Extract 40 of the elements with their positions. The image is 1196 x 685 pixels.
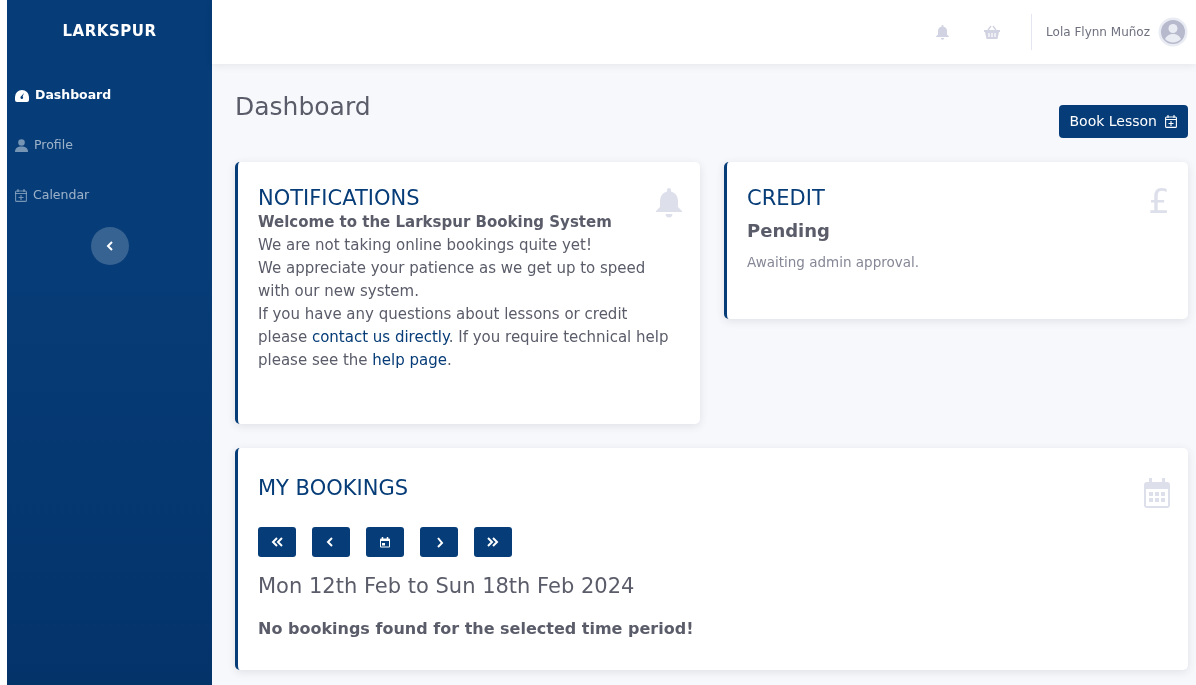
- sidebar-toggle-button[interactable]: [90, 226, 129, 265]
- credit-note: Awaiting admin approval.: [747, 253, 921, 273]
- user-icon: [15, 139, 28, 152]
- page-title: Dashboard: [235, 92, 371, 122]
- basket-icon: [984, 25, 1001, 39]
- empty-message: No bookings found for the selected time period!: [258, 617, 695, 640]
- message-text: We are not taking online bookings quite yet!: [258, 235, 593, 257]
- avatar-icon: [1158, 17, 1188, 47]
- credit-status: Pending: [747, 219, 831, 244]
- calendar-plus-icon: [15, 189, 27, 202]
- text-link[interactable]: help page: [372, 351, 447, 370]
- calendar-icon: [379, 536, 391, 548]
- today-button[interactable]: [366, 527, 404, 558]
- message-text: We appreciate your patience as we get up to speed with our new system.: [258, 258, 647, 303]
- chevron-left-icon: [105, 240, 114, 251]
- sidebar-item[interactable]: Calendar: [7, 170, 212, 221]
- sidebar-item[interactable]: Profile: [7, 120, 212, 171]
- double-chevron-right-icon: [487, 536, 499, 548]
- bell-icon: [935, 24, 949, 40]
- date-range: Mon 12th Feb to Sun 18th Feb 2024: [258, 573, 636, 601]
- book-lesson-button[interactable]: Book Lesson: [1058, 105, 1188, 138]
- card-title: CREDIT: [747, 186, 825, 212]
- last-page-button[interactable]: [474, 527, 512, 558]
- message-text: If you have any questions about lessons or credit please contact us directly. If you require technical help please see the help page.: [258, 304, 670, 372]
- card-title: MY BOOKINGS: [258, 476, 408, 502]
- pound-symbol: £: [1148, 184, 1170, 218]
- previous-button[interactable]: [312, 527, 350, 558]
- calendar-plus-icon: [1165, 115, 1177, 128]
- next-button[interactable]: [420, 527, 458, 558]
- sidebar-item[interactable]: Dashboard: [7, 70, 212, 121]
- message-heading: Welcome to the Larkspur Booking System: [258, 212, 613, 234]
- bell-icon: [656, 188, 682, 218]
- card-title: NOTIFICATIONS: [258, 186, 420, 212]
- brand-logo: LARKSPUR: [61, 21, 158, 42]
- double-chevron-left-icon: [271, 536, 283, 548]
- calendar-icon: [1144, 478, 1170, 508]
- first-page-button[interactable]: [258, 527, 296, 558]
- user-name[interactable]: Lola Flynn Muñoz: [1046, 23, 1150, 41]
- gauge-icon: [15, 89, 29, 102]
- text-link[interactable]: contact us directly: [311, 328, 449, 347]
